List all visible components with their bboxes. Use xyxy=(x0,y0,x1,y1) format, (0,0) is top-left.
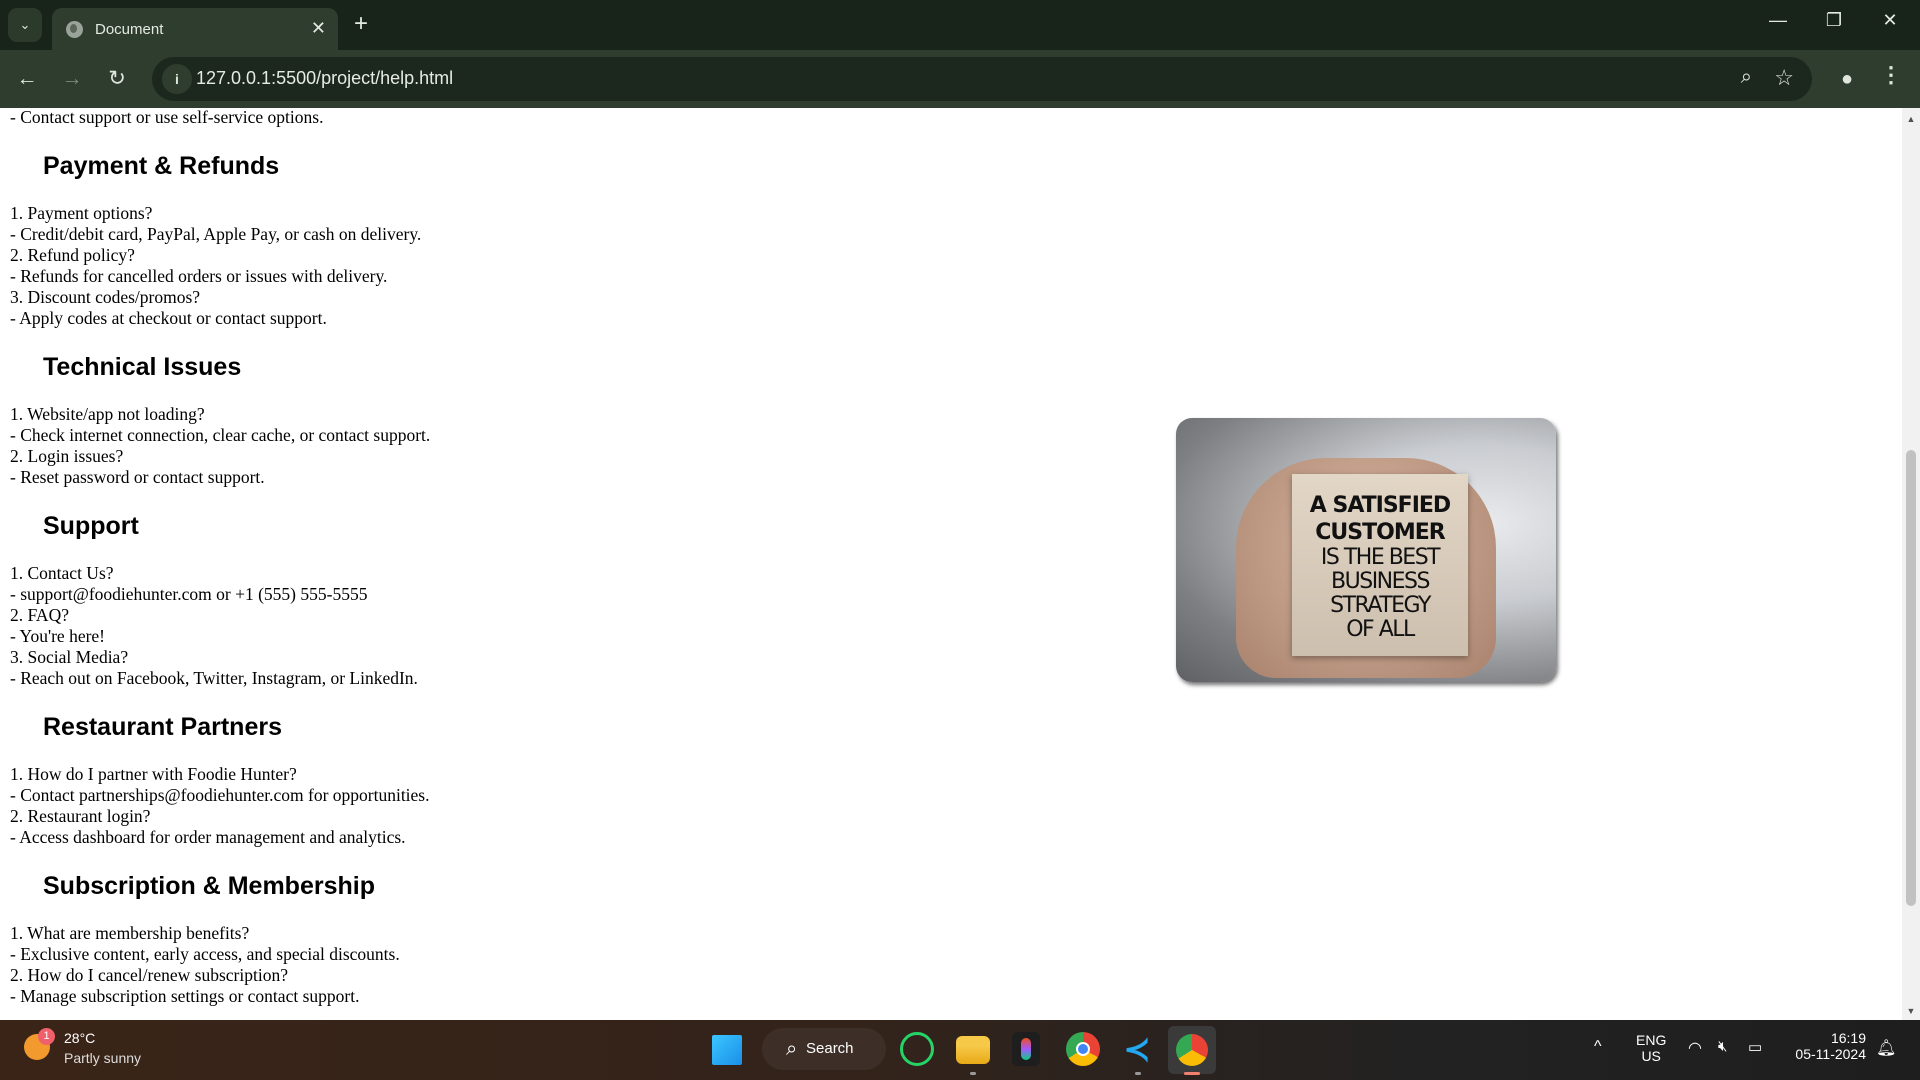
faq-line: 3. Discount codes/promos? xyxy=(10,287,201,307)
section-heading: Restaurant Partners xyxy=(43,713,282,741)
date-text: 05-11-2024 xyxy=(1795,1046,1866,1062)
section-heading: Subscription & Membership xyxy=(43,872,375,900)
menu-icon[interactable]: ⋮ xyxy=(1880,62,1902,88)
show-hidden-icons[interactable]: ^ xyxy=(1594,1038,1602,1056)
running-indicator xyxy=(1135,1072,1141,1075)
help-content: 4. Order cancellation/modification?- Con… xyxy=(10,108,430,1007)
taskbar: 1 28°C Partly sunny Search ≺ ^ ENGUS ◠ 🔇… xyxy=(0,1020,1920,1080)
bookmark-star-icon[interactable]: ☆ xyxy=(1774,65,1794,91)
forward-button[interactable]: → xyxy=(56,63,88,95)
faq-line: 1. How do I partner with Foodie Hunter? xyxy=(10,764,297,784)
address-bar[interactable]: i 127.0.0.1:5500/project/help.html ⌕ ☆ xyxy=(152,57,1812,101)
zoom-icon[interactable]: ⌕ xyxy=(1741,66,1752,89)
scroll-down-arrow[interactable]: ▼ xyxy=(1902,1006,1920,1016)
site-info-icon[interactable]: i xyxy=(162,64,192,94)
vertical-scrollbar[interactable]: ▲ ▼ xyxy=(1902,108,1920,1020)
faq-line: 3. Social Media? xyxy=(10,647,129,667)
image-text-4: OF ALL xyxy=(1346,617,1415,642)
faq-line: 1. Payment options? xyxy=(10,203,153,223)
tab-search-button[interactable]: ⌄ xyxy=(8,8,42,42)
close-window-button[interactable]: ✕ xyxy=(1870,10,1910,31)
weather-desc: Partly sunny xyxy=(64,1050,142,1066)
faq-line: - Reach out on Facebook, Twitter, Instag… xyxy=(10,668,418,688)
faq-line: - You're here! xyxy=(10,626,106,646)
image-text-bold-1: A SATISFIED xyxy=(1309,493,1451,518)
satisfied-customer-image: A SATISFIED CUSTOMER IS THE BEST BUSINES… xyxy=(1176,418,1556,682)
scroll-up-arrow[interactable]: ▲ xyxy=(1902,114,1920,124)
browser-toolbar: ← → ↻ i 127.0.0.1:5500/project/help.html… xyxy=(0,50,1920,108)
section-heading: Payment & Refunds xyxy=(43,152,280,180)
tab-document[interactable]: Document ✕ xyxy=(52,8,338,50)
time-text: 16:19 xyxy=(1830,1030,1866,1046)
faq-line: - Contact support or use self-service op… xyxy=(10,108,324,127)
search-label: Search xyxy=(806,1040,854,1057)
restore-button[interactable]: ❐ xyxy=(1814,10,1854,31)
tab-title: Document xyxy=(95,20,164,38)
faq-line: 1. Website/app not loading? xyxy=(10,404,205,424)
faq-line: - Contact partnerships@foodiehunter.com … xyxy=(10,785,430,805)
faq-line: 2. Login issues? xyxy=(10,446,124,466)
wifi-icon[interactable]: ◠ xyxy=(1688,1038,1702,1058)
tab-strip: ⌄ Document ✕ + — ❐ ✕ xyxy=(0,0,1920,50)
faq-line: - Credit/debit card, PayPal, Apple Pay, … xyxy=(10,224,422,244)
minimize-button[interactable]: — xyxy=(1758,10,1798,31)
vscode-icon[interactable]: ≺ xyxy=(1120,1032,1154,1066)
image-text-2: BUSINESS xyxy=(1331,569,1430,594)
faq-line: - Refunds for cancelled orders or issues… xyxy=(10,266,388,286)
faq-line: - support@foodiehunter.com or +1 (555) 5… xyxy=(10,584,368,604)
chrome-icon[interactable] xyxy=(1066,1032,1100,1066)
region-text: US xyxy=(1641,1048,1661,1064)
globe-icon xyxy=(66,20,83,38)
url-text[interactable]: 127.0.0.1:5500/project/help.html xyxy=(196,68,453,89)
faq-line: - Apply codes at checkout or contact sup… xyxy=(10,308,327,328)
close-tab-icon[interactable]: ✕ xyxy=(311,18,326,39)
whatsapp-icon[interactable] xyxy=(900,1032,934,1066)
image-text-bold-2: CUSTOMER xyxy=(1315,520,1445,545)
running-indicator xyxy=(970,1072,976,1075)
faq-line: 1. What are membership benefits? xyxy=(10,923,250,943)
figma-icon[interactable] xyxy=(1012,1032,1040,1066)
section-heading: Support xyxy=(43,512,139,540)
faq-line: - Manage subscription settings or contac… xyxy=(10,986,360,1006)
battery-icon[interactable]: ▭ xyxy=(1748,1038,1762,1056)
back-button[interactable]: ← xyxy=(11,63,43,95)
faq-line: - Access dashboard for order management … xyxy=(10,827,406,847)
image-text-1: IS THE BEST xyxy=(1320,545,1441,570)
windows-start-icon[interactable] xyxy=(712,1035,742,1065)
faq-line: 2. FAQ? xyxy=(10,605,69,625)
faq-line: - Check internet connection, clear cache… xyxy=(10,425,431,445)
page-viewport: 4. Order cancellation/modification?- Con… xyxy=(0,108,1902,1020)
profile-icon[interactable]: ● xyxy=(1832,64,1862,94)
volume-muted-icon[interactable]: 🔇︎ xyxy=(1718,1038,1727,1055)
notification-bell-icon[interactable]: 🔔︎ xyxy=(1876,1038,1896,1058)
faq-line: 2. How do I cancel/renew subscription? xyxy=(10,965,288,985)
reload-button[interactable]: ↻ xyxy=(101,63,133,95)
lang-text: ENG xyxy=(1636,1032,1667,1048)
clock[interactable]: 16:19 05-11-2024 xyxy=(1786,1030,1866,1062)
weather-badge: 1 xyxy=(38,1028,55,1045)
active-indicator xyxy=(1184,1072,1200,1075)
faq-line: 2. Restaurant login? xyxy=(10,806,151,826)
language-indicator[interactable]: ENG US xyxy=(1636,1032,1666,1064)
section-heading: Technical Issues xyxy=(43,353,242,381)
image-text-3: STRATEGY xyxy=(1330,593,1431,618)
chrome-profile-active-icon[interactable] xyxy=(1168,1026,1216,1074)
wooden-block-graphic: A SATISFIED CUSTOMER IS THE BEST BUSINES… xyxy=(1292,474,1468,656)
faq-line: - Reset password or contact support. xyxy=(10,467,265,487)
new-tab-button[interactable]: + xyxy=(354,10,368,38)
file-explorer-icon[interactable] xyxy=(956,1036,990,1064)
scrollbar-thumb[interactable] xyxy=(1906,450,1916,906)
faq-line: 1. Contact Us? xyxy=(10,563,114,583)
taskbar-search[interactable]: Search xyxy=(762,1028,886,1070)
weather-temp: 28°C xyxy=(64,1030,96,1046)
faq-line: 2. Refund policy? xyxy=(10,245,135,265)
faq-line: - Exclusive content, early access, and s… xyxy=(10,944,400,964)
